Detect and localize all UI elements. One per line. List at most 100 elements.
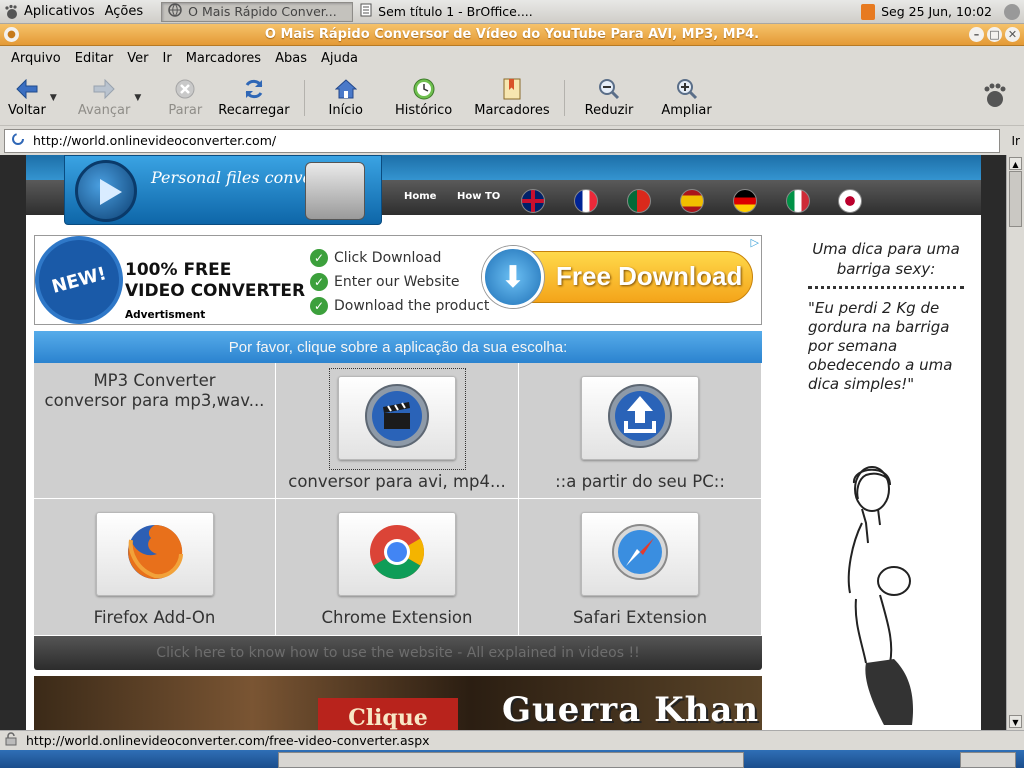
notification-area[interactable] <box>960 752 1016 768</box>
choice-from-pc[interactable]: ::a partir do seu PC:: <box>519 363 762 499</box>
menu-file[interactable]: Arquivo <box>4 51 68 66</box>
forward-history-dropdown[interactable]: ▼ <box>134 93 146 103</box>
menu-help[interactable]: Ajuda <box>314 51 365 66</box>
reload-icon <box>242 77 266 101</box>
history-label: Histórico <box>394 103 453 118</box>
panel-menu: Aplicativos Ações <box>0 0 157 24</box>
video-converter-caption: conversor para avi, mp4... <box>288 472 506 491</box>
zoom-out-label: Reduzir <box>584 103 634 118</box>
game-ad-title: Guerra Khan <box>502 690 760 730</box>
nav-home[interactable]: Home <box>404 191 436 202</box>
game-ad-banner[interactable]: Clique Guerra Khan <box>34 676 762 730</box>
ad-checklist: ✓ Click Download ✓ Enter our Website ✓ Down… <box>310 246 489 318</box>
flag-france-icon[interactable] <box>574 189 598 213</box>
flag-japan-icon[interactable] <box>838 189 862 213</box>
flag-spain-icon[interactable] <box>680 189 704 213</box>
firefox-button[interactable] <box>95 512 214 596</box>
home-button[interactable]: Início <box>311 70 381 126</box>
choice-mp3-converter[interactable]: MP3 Converter conversor para mp3,wav... <box>34 363 276 499</box>
scroll-up-icon[interactable]: ▲ <box>1009 157 1022 170</box>
forward-button[interactable]: Avançar <box>70 70 139 126</box>
zoom-in-button[interactable]: Ampliar <box>647 70 725 126</box>
status-bar: http://world.onlinevideoconverter.com/fr… <box>0 730 1024 750</box>
taskbar-item-office[interactable]: Sem título 1 - BrOffice.... <box>353 2 553 22</box>
flag-uk-icon[interactable] <box>521 189 545 213</box>
side-ad-title: Uma dica para uma barriga sexy: <box>812 240 960 278</box>
bookmarks-button[interactable]: Marcadores <box>466 70 557 126</box>
zoom-in-label: Ampliar <box>661 103 712 118</box>
camera-icon <box>305 162 365 220</box>
taskbar-item-label: O Mais Rápido Conver... <box>188 4 337 19</box>
vertical-scrollbar[interactable]: ▲ ▼ <box>1006 155 1024 730</box>
status-url: http://world.onlinevideoconverter.com/fr… <box>26 733 430 748</box>
flag-germany-icon[interactable] <box>733 189 757 213</box>
toolbar-separator <box>563 79 565 116</box>
reload-button[interactable]: Recarregar <box>210 70 297 126</box>
mp3-converter-text: MP3 Converter conversor para mp3,wav... <box>45 371 265 411</box>
side-ad[interactable]: Uma dica para uma barriga sexy: "Eu perd… <box>806 239 966 730</box>
scroll-down-icon[interactable]: ▼ <box>1009 715 1022 728</box>
chrome-button[interactable] <box>338 512 456 596</box>
session-icon[interactable] <box>1004 3 1020 20</box>
ad-banner[interactable]: NEW! 100% FREE VIDEO CONVERTER Advertism… <box>30 231 762 329</box>
foot-icon[interactable] <box>4 4 20 20</box>
scrollbar-thumb[interactable] <box>1009 171 1022 227</box>
url-field[interactable]: http://world.onlinevideoconverter.com/ <box>4 128 1000 153</box>
actions-menu[interactable]: Ações <box>105 4 144 19</box>
choice-safari-extension[interactable]: Safari Extension <box>519 499 762 636</box>
url-text: http://world.onlinevideoconverter.com/ <box>33 133 277 148</box>
ad-check-item: ✓ Click Download <box>310 246 489 270</box>
menu-edit[interactable]: Editar <box>68 51 121 66</box>
maximize-icon[interactable]: □ <box>987 27 1002 42</box>
adchoices-icon[interactable]: ▷ <box>751 236 759 249</box>
stop-label: Parar <box>168 103 203 118</box>
location-bar: http://world.onlinevideoconverter.com/ I… <box>0 126 1024 155</box>
focus-ring <box>329 368 466 470</box>
taskbar-item-label: Sem título 1 - BrOffice.... <box>378 4 533 19</box>
howto-link[interactable]: Click here to know how to use the websit… <box>34 636 762 670</box>
stop-button[interactable]: Parar <box>160 70 210 126</box>
ad-advertisment-label: Advertisment <box>125 309 206 321</box>
webpage: Personal files converter Home How TO NEW… <box>26 155 981 730</box>
document-icon <box>360 3 372 20</box>
mp3-converter-title: MP3 Converter <box>93 371 216 390</box>
check-icon: ✓ <box>310 273 328 291</box>
free-download-button[interactable]: ⬇ Free Download <box>482 246 753 308</box>
applications-menu[interactable]: Aplicativos <box>24 4 95 19</box>
ad-headline-2: VIDEO CONVERTER <box>125 281 306 301</box>
safari-button[interactable] <box>581 512 699 596</box>
flag-italy-icon[interactable] <box>786 189 810 213</box>
menu-tabs[interactable]: Abas <box>268 51 314 66</box>
window-titlebar[interactable]: ● O Mais Rápido Conversor de Vídeo do Yo… <box>0 24 1024 46</box>
choice-firefox-addon[interactable]: Firefox Add-On <box>34 499 276 636</box>
site-logo[interactable]: Personal files converter <box>64 155 382 225</box>
go-button[interactable]: Ir <box>1000 134 1020 148</box>
clock[interactable]: Seg 25 Jun, 10:02 <box>861 3 1024 20</box>
page-viewport: Personal files converter Home How TO NEW… <box>0 155 1024 730</box>
zoom-out-button[interactable]: Reduzir <box>571 70 648 126</box>
choice-chrome-extension[interactable]: Chrome Extension <box>276 499 519 636</box>
zoom-in-icon <box>675 77 699 101</box>
navigation-toolbar: Voltar ▼ Avançar ▼ Parar Recarregar Iníc… <box>0 70 1024 126</box>
window-menu-icon[interactable]: ● <box>4 27 19 42</box>
menu-go[interactable]: Ir <box>156 51 179 66</box>
menu-view[interactable]: Ver <box>120 51 155 66</box>
history-button[interactable]: Histórico <box>381 70 466 126</box>
bookmarks-label: Marcadores <box>474 103 550 118</box>
flag-portugal-icon[interactable] <box>627 189 651 213</box>
minimize-icon[interactable]: – <box>969 27 984 42</box>
back-button[interactable]: Voltar <box>0 70 54 126</box>
taskbar-item-browser[interactable]: O Mais Rápido Conver... <box>161 1 354 22</box>
chrome-caption: Chrome Extension <box>321 608 473 627</box>
back-history-dropdown[interactable]: ▼ <box>50 93 62 103</box>
menu-bookmarks[interactable]: Marcadores <box>179 51 268 66</box>
side-ad-quote: "Eu perdi 2 Kg de gordura na barriga por… <box>808 299 953 393</box>
stop-icon <box>173 77 197 101</box>
choice-video-converter[interactable]: conversor para avi, mp4... <box>276 363 519 499</box>
nav-howto[interactable]: How TO <box>457 191 500 202</box>
ad-check-item: ✓ Download the product <box>310 294 489 318</box>
upload-button[interactable] <box>581 376 699 460</box>
workspace-switcher[interactable] <box>278 752 744 768</box>
toolbar-separator <box>303 79 305 116</box>
close-icon[interactable]: ✕ <box>1005 27 1020 42</box>
